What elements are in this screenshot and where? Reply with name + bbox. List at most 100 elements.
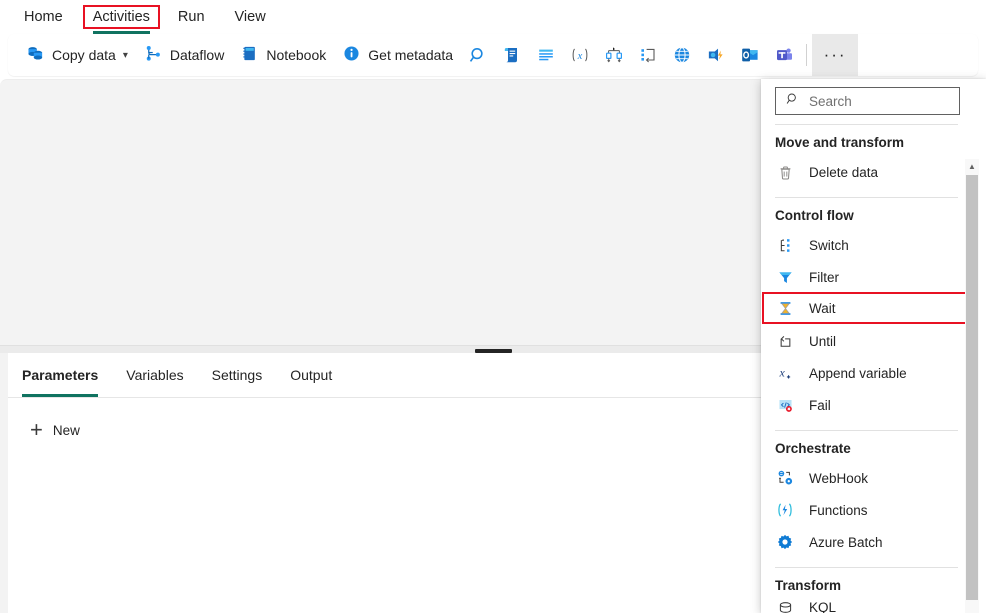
flyout-divider-4 bbox=[775, 567, 958, 568]
script-icon[interactable] bbox=[495, 39, 529, 71]
scroll-up-arrow-icon[interactable]: ▲ bbox=[965, 159, 979, 173]
menu-item-azure-batch-label: Azure Batch bbox=[809, 535, 883, 550]
dataflow-button[interactable]: Dataflow bbox=[136, 39, 232, 71]
menu-item-functions[interactable]: Functions bbox=[761, 494, 968, 526]
ribbon-tab-activities[interactable]: Activities bbox=[83, 5, 160, 29]
foreach-icon[interactable] bbox=[631, 39, 665, 71]
activities-overflow-flyout: Search Move and transform Delete data bbox=[761, 79, 986, 613]
scrollbar-thumb[interactable] bbox=[966, 175, 978, 600]
menu-item-kql-label: KQL bbox=[809, 600, 836, 613]
ribbon-tab-view[interactable]: View bbox=[225, 5, 276, 29]
chevron-down-icon[interactable]: ▾ bbox=[123, 50, 128, 61]
flyout-divider-1 bbox=[775, 124, 958, 125]
webhook-icon bbox=[775, 468, 795, 488]
dataflow-label: Dataflow bbox=[170, 47, 224, 63]
tab-settings[interactable]: Settings bbox=[212, 353, 263, 397]
menu-item-fail-label: Fail bbox=[809, 398, 831, 413]
ribbon-tab-home[interactable]: Home bbox=[14, 5, 73, 29]
menu-item-kql[interactable]: KQL bbox=[761, 599, 968, 613]
menu-item-azure-batch[interactable]: Azure Batch bbox=[761, 526, 968, 558]
tab-variables[interactable]: Variables bbox=[126, 353, 183, 397]
stored-procedure-icon[interactable] bbox=[529, 39, 563, 71]
tab-parameters-label: Parameters bbox=[22, 367, 98, 383]
web-globe-icon[interactable] bbox=[665, 39, 699, 71]
activities-command-bar: Copy data ▾ Dataflow bbox=[8, 34, 978, 76]
command-bar-separator bbox=[806, 44, 807, 66]
menu-item-fail[interactable]: Fail bbox=[761, 389, 968, 421]
flyout-scrollbar[interactable]: ▲ ▼ bbox=[965, 159, 979, 613]
tab-output[interactable]: Output bbox=[290, 353, 332, 397]
copy-data-button[interactable]: Copy data ▾ bbox=[18, 39, 136, 71]
menu-item-wait-label: Wait bbox=[809, 301, 836, 316]
menu-item-append-variable-label: Append variable bbox=[809, 366, 907, 381]
teams-icon[interactable] bbox=[767, 39, 801, 71]
menu-item-switch-label: Switch bbox=[809, 238, 849, 253]
menu-item-delete-data[interactable]: Delete data bbox=[761, 156, 968, 188]
svg-text:x: x bbox=[577, 51, 583, 62]
wait-hourglass-icon bbox=[775, 298, 795, 318]
ribbon-tab-home-label: Home bbox=[24, 9, 63, 25]
more-commands-button[interactable]: ··· bbox=[812, 34, 858, 76]
get-metadata-icon bbox=[342, 44, 361, 66]
ribbon-tab-run[interactable]: Run bbox=[168, 5, 215, 29]
ribbon-tabstrip: Home Activities Run View bbox=[0, 0, 986, 34]
kql-icon bbox=[775, 599, 795, 613]
azure-function-icon[interactable] bbox=[699, 39, 733, 71]
menu-item-filter[interactable]: Filter bbox=[761, 261, 968, 293]
menu-item-wait[interactable]: Wait bbox=[762, 292, 967, 324]
ribbon-tab-run-label: Run bbox=[178, 9, 205, 25]
flyout-content: Search Move and transform Delete data bbox=[761, 79, 968, 613]
group-title-control-flow: Control flow bbox=[761, 206, 968, 229]
set-variable-icon[interactable]: x bbox=[563, 39, 597, 71]
lookup-search-icon[interactable] bbox=[461, 39, 495, 71]
tab-variables-label: Variables bbox=[126, 367, 183, 383]
copy-data-icon bbox=[26, 44, 45, 66]
ribbon-tab-view-label: View bbox=[235, 9, 266, 25]
switch-icon bbox=[775, 235, 795, 255]
menu-item-webhook-label: WebHook bbox=[809, 471, 868, 486]
menu-item-until[interactable]: Until bbox=[761, 325, 968, 357]
tab-parameters[interactable]: Parameters bbox=[22, 353, 98, 397]
tab-settings-label: Settings bbox=[212, 367, 263, 383]
functions-icon bbox=[775, 500, 795, 520]
tab-output-label: Output bbox=[290, 367, 332, 383]
until-icon bbox=[775, 331, 795, 351]
filter-icon bbox=[775, 267, 795, 287]
menu-item-append-variable[interactable]: x Append variable bbox=[761, 357, 968, 389]
new-parameter-label: New bbox=[53, 423, 80, 438]
notebook-button[interactable]: Notebook bbox=[232, 39, 334, 71]
search-placeholder: Search bbox=[809, 94, 852, 109]
notebook-icon bbox=[240, 44, 259, 66]
menu-item-until-label: Until bbox=[809, 334, 836, 349]
plus-icon: + bbox=[30, 419, 43, 441]
copy-data-label: Copy data bbox=[52, 47, 116, 63]
menu-item-switch[interactable]: Switch bbox=[761, 229, 968, 261]
group-title-orchestrate: Orchestrate bbox=[761, 439, 968, 462]
tab-active-underline bbox=[22, 394, 98, 397]
if-condition-icon[interactable] bbox=[597, 39, 631, 71]
menu-item-filter-label: Filter bbox=[809, 270, 839, 285]
flyout-divider-2 bbox=[775, 197, 958, 198]
ribbon-tab-activities-label: Activities bbox=[93, 9, 150, 25]
get-metadata-button[interactable]: Get metadata bbox=[334, 39, 461, 71]
fail-icon bbox=[775, 395, 795, 415]
group-title-transform: Transform bbox=[761, 576, 968, 599]
get-metadata-label: Get metadata bbox=[368, 47, 453, 63]
flyout-divider-3 bbox=[775, 430, 958, 431]
search-icon bbox=[786, 92, 800, 111]
menu-item-delete-data-label: Delete data bbox=[809, 165, 878, 180]
menu-item-functions-label: Functions bbox=[809, 503, 868, 518]
dataflow-icon bbox=[144, 44, 163, 66]
azure-batch-icon bbox=[775, 532, 795, 552]
new-parameter-button[interactable]: + New bbox=[30, 418, 80, 442]
append-variable-icon: x bbox=[775, 363, 795, 383]
outlook-icon[interactable] bbox=[733, 39, 767, 71]
pipeline-editor-window: Home Activities Run View bbox=[0, 0, 986, 613]
group-title-move-and-transform: Move and transform bbox=[761, 133, 968, 156]
search-input[interactable]: Search bbox=[775, 87, 960, 115]
trash-icon bbox=[775, 162, 795, 182]
notebook-label: Notebook bbox=[266, 47, 326, 63]
svg-text:x: x bbox=[778, 365, 785, 379]
menu-item-webhook[interactable]: WebHook bbox=[761, 462, 968, 494]
left-rail bbox=[0, 353, 8, 613]
